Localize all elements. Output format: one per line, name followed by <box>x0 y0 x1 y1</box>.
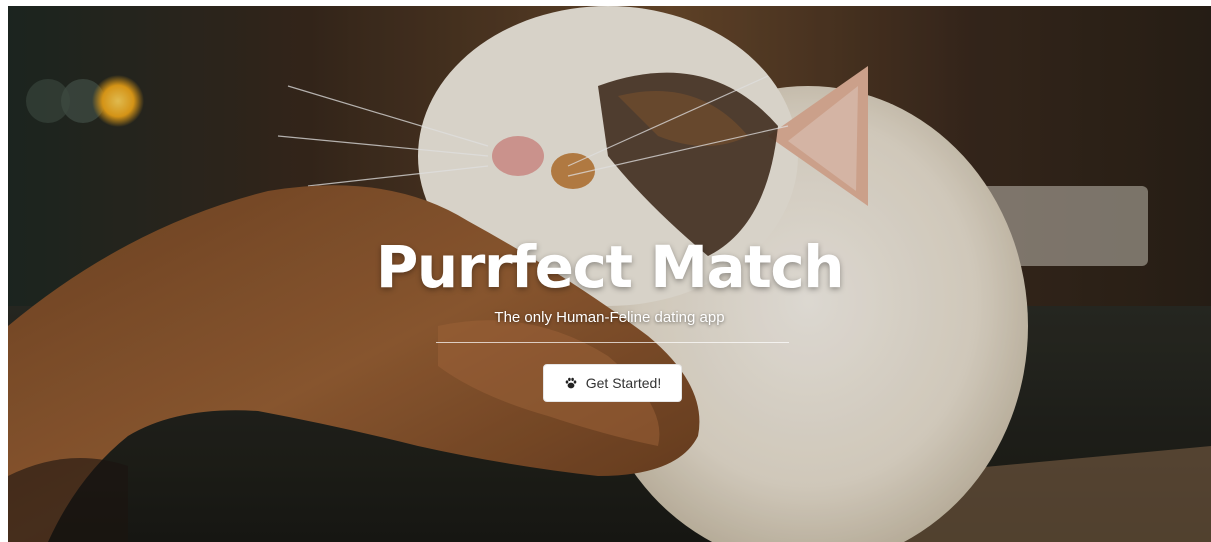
get-started-button[interactable]: Get Started! <box>543 364 682 402</box>
hero-content: Purrfect Match The only Human-Feline dat… <box>8 6 1211 542</box>
landing-page: Purrfect Match The only Human-Feline dat… <box>0 0 1211 542</box>
paw-icon <box>564 376 578 390</box>
hero-section: Purrfect Match The only Human-Feline dat… <box>8 6 1211 542</box>
hero-title: Purrfect Match <box>375 233 845 301</box>
hero-divider <box>436 342 789 343</box>
get-started-label: Get Started! <box>585 375 662 391</box>
hero-subtitle: The only Human-Feline dating app <box>494 309 725 326</box>
